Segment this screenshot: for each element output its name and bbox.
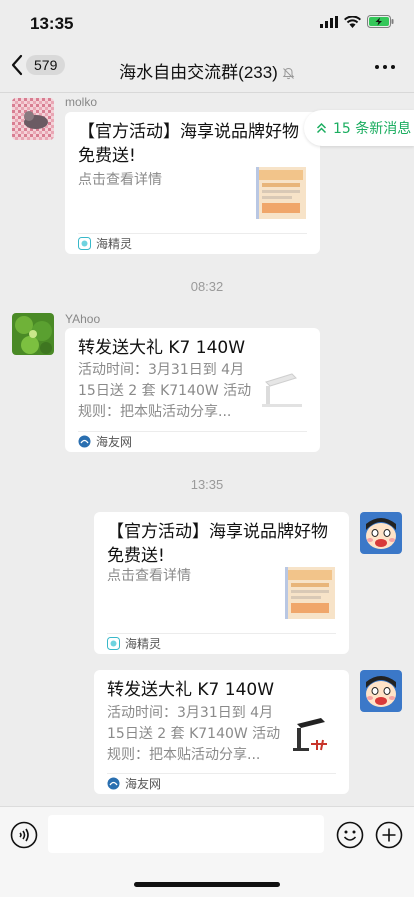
card-title: 【官方活动】海享说品牌好物 免费送! [107, 522, 328, 566]
card-description: 活动时间：3月31日到 4月 15日送 2 套 K7140W 活动 规则：把本贴… [78, 362, 252, 420]
battery-charging-icon [367, 15, 394, 28]
status-time: 13:35 [30, 14, 74, 33]
link-card[interactable]: 转发送大礼 K7 140W 活动时间：3月31日到 4月 15日送 2 套 K7… [65, 328, 320, 452]
link-card[interactable]: 【官方活动】海享说品牌好物 免费送! 点击查看详情 海精灵 [94, 512, 349, 654]
card-title: 【官方活动】海享说品牌好物 免费送! [78, 122, 299, 166]
avatar-self[interactable] [360, 512, 402, 554]
card-divider [78, 233, 307, 234]
wifi-icon [344, 15, 361, 28]
card-title: 转发送大礼 K7 140W [78, 338, 246, 358]
chat-title-text: 海水自由交流群(233) [119, 63, 278, 82]
nav-bar: 579 海水自由交流群(233) [0, 46, 414, 93]
status-bar: 13:35 [0, 0, 414, 46]
mute-bell-icon [282, 68, 295, 80]
card-description: 点击查看详情 [78, 172, 162, 188]
card-source: 海精灵 [78, 235, 132, 252]
link-card[interactable]: 【官方活动】海享说品牌好物 免费送! 点击查看详情 海精灵 [65, 112, 320, 254]
plus-circle-icon [375, 821, 403, 849]
card-thumbnail [287, 710, 337, 762]
card-source: 海精灵 [107, 635, 161, 652]
signal-icon [320, 15, 338, 28]
home-indicator [134, 882, 280, 887]
sender-name: YAhoo [65, 312, 101, 326]
card-source: 海友网 [107, 775, 161, 792]
voice-icon [10, 821, 38, 849]
sender-name: molko [65, 95, 98, 109]
card-thumbnail [258, 366, 308, 418]
haijingling-app-icon [78, 237, 91, 250]
avatar-molko[interactable] [12, 98, 54, 140]
card-source: 海友网 [78, 433, 132, 450]
card-thumbnail [285, 567, 335, 619]
status-icons [320, 15, 394, 28]
timestamp: 13:35 [190, 477, 224, 492]
voice-button[interactable] [10, 821, 38, 853]
more-button[interactable] [374, 56, 396, 82]
link-card[interactable]: 转发送大礼 K7 140W 活动时间：3月31日到 4月 15日送 2 套 K7… [94, 670, 349, 794]
card-thumbnail [256, 167, 306, 219]
chat-title: 海水自由交流群(233) [0, 58, 414, 83]
card-divider [107, 773, 336, 774]
avatar-yahoo[interactable] [12, 313, 54, 355]
haijingling-app-icon [107, 637, 120, 650]
new-messages-badge[interactable]: 15 条新消息 [304, 110, 414, 146]
double-chevron-up-icon [316, 122, 327, 134]
more-dots-icon [375, 65, 395, 69]
avatar-self[interactable] [360, 670, 402, 712]
haiyouwang-app-icon [107, 777, 120, 790]
card-description: 点击查看详情 [107, 568, 191, 584]
card-divider [78, 431, 307, 432]
more-functions-button[interactable] [375, 821, 403, 853]
emoji-button[interactable] [336, 821, 364, 853]
message-input[interactable] [48, 815, 324, 853]
emoji-icon [336, 821, 364, 849]
card-title: 转发送大礼 K7 140W [107, 680, 275, 700]
card-divider [107, 633, 336, 634]
haiyouwang-app-icon [78, 435, 91, 448]
card-description: 活动时间：3月31日到 4月 15日送 2 套 K7140W 活动 规则：把本贴… [107, 705, 281, 763]
timestamp: 08:32 [190, 279, 224, 294]
